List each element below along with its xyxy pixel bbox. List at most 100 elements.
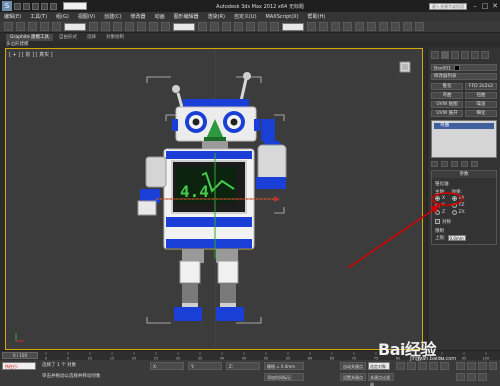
go-to-end-icon[interactable] [440,362,449,370]
redo-button[interactable] [16,22,25,31]
axis-x-radio[interactable]: X [435,195,446,202]
app-logo-icon[interactable]: S [2,1,12,11]
axis-y-radio[interactable]: Y [435,202,446,209]
auto-key-button[interactable]: 自动关键点 [340,362,366,370]
unlink-button[interactable] [40,22,49,31]
modify-tab-icon[interactable] [441,51,449,59]
play-icon[interactable] [418,362,427,370]
selected-set-dropdown[interactable]: 选定对象 [368,362,390,370]
pan-icon[interactable] [467,373,476,381]
angle-snap-button[interactable] [246,22,255,31]
radio-icon[interactable] [451,210,457,215]
menu-item[interactable]: 修改器 [131,13,146,20]
undo-button[interactable] [4,22,13,31]
rect-selection-button[interactable] [113,22,122,31]
spinner-snap-button[interactable] [270,22,279,31]
ribbon-panel-label[interactable]: 多边形建模 [6,41,29,47]
modifier-button[interactable]: FFD 2x2x2 [465,83,497,90]
axis-z-radio[interactable]: Z [435,209,446,216]
menu-item[interactable]: 帮助(H) [308,13,326,20]
menu-item[interactable]: 编辑(E) [4,13,21,20]
snaps-toggle-button[interactable] [234,22,243,31]
display-tab-icon[interactable] [471,51,479,59]
radio-icon[interactable] [451,203,457,208]
menu-item[interactable]: 渲染(R) [208,13,225,20]
utilities-tab-icon[interactable] [481,51,489,59]
mirror-button[interactable] [307,22,316,31]
keyboard-shortcut-button[interactable] [222,22,231,31]
create-tab-icon[interactable] [431,51,439,59]
stack-item-modifier[interactable]: 弯曲 [434,123,494,129]
render-production-button[interactable] [415,22,424,31]
zoom-extents-icon[interactable] [478,362,487,370]
save-file-icon[interactable] [32,2,39,10]
menu-item[interactable]: 自定义(U) [234,13,257,20]
menu-item[interactable]: 创建(C) [104,13,121,20]
rollout-title[interactable]: 参数 [432,171,496,178]
make-unique-icon[interactable] [451,161,458,167]
upper-limit-spinner[interactable]: 0.0mm [447,234,466,241]
zoom-all-icon[interactable] [467,362,476,370]
workspace-dropdown[interactable] [63,2,87,10]
menu-item[interactable]: 工具(T) [30,13,47,20]
modifier-button[interactable]: 弯曲 [431,92,463,99]
pin-stack-icon[interactable] [431,161,438,167]
selection-filter-dropdown[interactable] [64,22,86,31]
object-color-swatch[interactable] [453,65,460,71]
modifier-button[interactable]: UVW 贴图 [431,101,463,108]
checkbox-icon[interactable] [435,219,440,224]
modifier-button[interactable]: 扭曲 [465,92,497,99]
ribbon-tab[interactable]: 自由形式 [55,34,81,41]
align-button[interactable] [319,22,328,31]
select-move-button[interactable] [137,22,146,31]
symmetry-checkbox-row[interactable]: 对称 [435,218,493,225]
modifier-button[interactable]: UVW 展开 [431,110,463,117]
menu-item[interactable]: 视图(V) [78,13,95,20]
graphite-toggle-button[interactable] [343,22,352,31]
hierarchy-tab-icon[interactable] [451,51,459,59]
redo-icon[interactable] [50,2,57,10]
undo-icon[interactable] [41,2,48,10]
orbit-icon[interactable] [478,373,487,381]
pivot-center-button[interactable] [198,22,207,31]
render-setup-button[interactable] [391,22,400,31]
effect-xy-radio[interactable]: XY [451,195,465,202]
help-search-input[interactable]: 键入关键字或短语 [429,2,467,10]
modifier-button[interactable]: 细化 [465,110,497,117]
layer-manager-button[interactable] [331,22,340,31]
time-slider[interactable]: 0 / 100 [2,352,38,359]
show-end-result-icon[interactable] [441,161,448,167]
maximize-button[interactable]: □ [480,1,490,11]
rendered-frame-button[interactable] [403,22,412,31]
robot-model[interactable]: [ + ] [ 前 ] [ 真实 ] 4.4 [6,49,423,350]
key-filters-button[interactable]: 关键点过滤器 [368,373,394,386]
radio-icon[interactable] [451,196,457,201]
go-to-start-icon[interactable] [396,362,405,370]
close-button[interactable]: ✕ [490,1,500,11]
maximize-viewport-icon[interactable] [489,362,497,370]
schematic-view-button[interactable] [367,22,376,31]
add-time-tag-button[interactable]: 添加时间标记 [264,373,304,381]
named-selection-dropdown[interactable] [282,22,304,31]
select-by-name-button[interactable] [101,22,110,31]
zoom-icon[interactable] [456,362,465,370]
window-crossing-button[interactable] [125,22,134,31]
z-coordinate-field[interactable]: Z: [226,362,260,370]
manipulate-button[interactable] [210,22,219,31]
ribbon-tab[interactable]: 对象绘制 [102,34,128,41]
ribbon-tab[interactable]: 选择 [83,34,100,41]
remove-modifier-icon[interactable] [461,161,468,167]
radio-icon[interactable] [435,210,440,215]
ribbon-tab[interactable]: Graphite 建模工具 [6,33,54,41]
link-button[interactable] [28,22,37,31]
configure-sets-icon[interactable] [471,161,478,167]
radio-icon[interactable] [435,203,440,208]
effect-zx-radio[interactable]: ZX [451,209,465,216]
next-frame-icon[interactable] [429,362,438,370]
material-editor-button[interactable] [379,22,388,31]
menu-item[interactable]: 组(G) [56,13,69,20]
motion-tab-icon[interactable] [461,51,469,59]
curve-editor-button[interactable] [355,22,364,31]
modifier-button[interactable]: 噪波 [465,101,497,108]
reference-coord-dropdown[interactable] [173,22,195,31]
